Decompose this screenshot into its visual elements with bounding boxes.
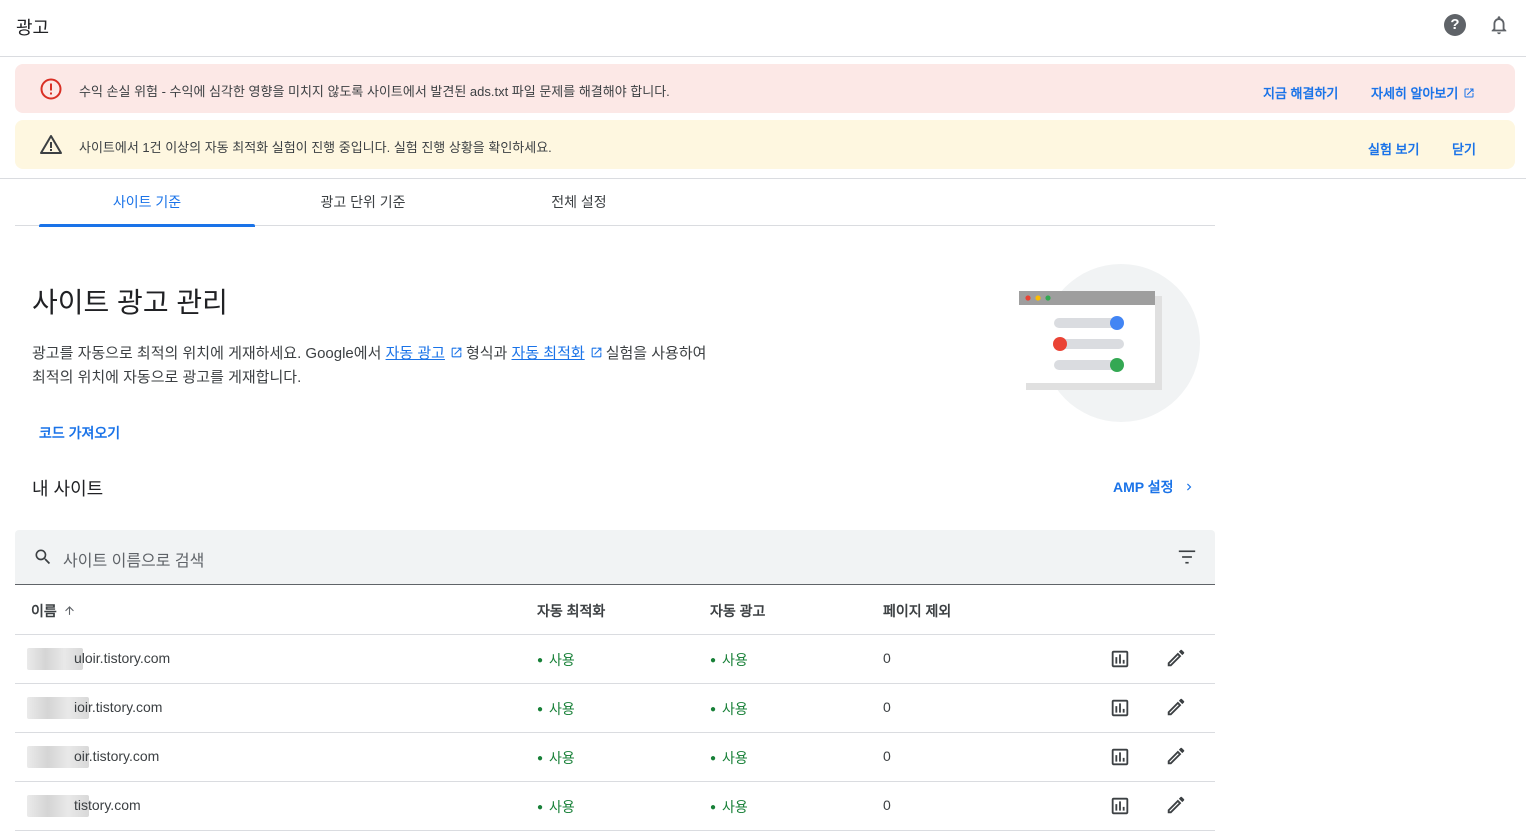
dismiss-button[interactable]: 닫기 [1452, 139, 1476, 158]
tab-global-settings[interactable]: 전체 설정 [471, 178, 687, 226]
auto-ads-status-label: 사용 [722, 750, 748, 766]
excluded-pages-count: 0 [883, 699, 891, 715]
tab-bar: 사이트 기준 광고 단위 기준 전체 설정 [15, 178, 1215, 227]
site-name[interactable]: uloir.tistory.com [74, 650, 170, 666]
tab-by-ad-unit[interactable]: 광고 단위 기준 [255, 178, 471, 226]
table-row[interactable]: uloir.tistory.com ● 사용 ● 사용 0 [15, 635, 1215, 684]
external-link-icon [1464, 88, 1474, 98]
auto-opt-status: ● 사용 [537, 799, 575, 815]
warning-banner: 사이트에서 1건 이상의 자동 최적화 실험이 진행 중입니다. 실험 진행 상… [15, 120, 1515, 169]
auto-ads-status-label: 사용 [722, 652, 748, 668]
error-banner-message: 수익 손실 위험 - 수익에 심각한 영향을 미치지 않도록 사이트에서 발견된… [79, 84, 670, 99]
column-name-header[interactable]: 이름 [31, 601, 76, 621]
table-header: 이름 자동 최적화 자동 광고 페이지 제외 [15, 586, 1215, 635]
auto-opt-status-label: 사용 [549, 652, 575, 668]
app-title: 광고 [16, 18, 50, 38]
external-link-icon [591, 347, 602, 358]
excluded-pages-count: 0 [883, 748, 891, 764]
amp-settings-label: AMP 설정 [1113, 479, 1174, 495]
top-app-bar: 광고 ? [0, 0, 1526, 57]
section-title: 내 사이트 [32, 479, 104, 499]
auto-opt-status-label: 사용 [549, 799, 575, 815]
view-experiments-button[interactable]: 실험 보기 [1368, 139, 1419, 158]
auto-opt-status-label: 사용 [549, 750, 575, 766]
report-icon[interactable] [1109, 746, 1131, 768]
ad-placement-illustration [1019, 264, 1200, 422]
warning-banner-message: 사이트에서 1건 이상의 자동 최적화 실험이 진행 중입니다. 실험 진행 상… [79, 140, 552, 155]
desc-text-3: 실험을 사용하여 [605, 345, 707, 362]
edit-icon[interactable] [1165, 794, 1187, 816]
table-row[interactable]: ioir.tistory.com ● 사용 ● 사용 0 [15, 684, 1215, 733]
help-icon[interactable]: ? [1444, 14, 1466, 36]
desc-text-2: 형식과 [465, 345, 508, 362]
auto-opt-status-label: 사용 [549, 701, 575, 717]
amp-settings-link[interactable]: AMP 설정 [1113, 477, 1196, 497]
filter-icon[interactable] [1177, 548, 1197, 566]
auto-optimize-link[interactable]: 자동 최적화 [512, 345, 585, 362]
fix-now-button[interactable]: 지금 해결하기 [1263, 83, 1338, 102]
site-name[interactable]: ioir.tistory.com [74, 699, 162, 715]
learn-more-link[interactable]: 자세히 알아보기 [1371, 83, 1475, 102]
auto-ads-status: ● 사용 [710, 750, 748, 766]
page-title: 사이트 광고 관리 [32, 287, 228, 318]
column-auto-ads-header: 자동 광고 [710, 603, 766, 619]
edit-icon[interactable] [1165, 647, 1187, 669]
report-icon[interactable] [1109, 697, 1131, 719]
chevron-right-icon [1186, 483, 1191, 491]
column-name-label: 이름 [31, 603, 57, 619]
auto-ads-status-label: 사용 [722, 799, 748, 815]
report-icon[interactable] [1109, 795, 1131, 817]
get-code-button[interactable]: 코드 가져오기 [39, 423, 120, 443]
arrow-up-icon [64, 606, 74, 615]
table-row[interactable]: tistory.com ● 사용 ● 사용 0 [15, 782, 1215, 831]
report-icon[interactable] [1109, 648, 1131, 670]
warning-icon [40, 135, 62, 154]
auto-ads-status: ● 사용 [710, 799, 748, 815]
auto-ads-status: ● 사용 [710, 701, 748, 717]
column-excluded-header: 페이지 제외 [883, 603, 952, 619]
excluded-pages-count: 0 [883, 650, 891, 666]
error-banner: 수익 손실 위험 - 수익에 심각한 영향을 미치지 않도록 사이트에서 발견된… [15, 64, 1515, 113]
auto-opt-status: ● 사용 [537, 750, 575, 766]
auto-opt-status: ● 사용 [537, 701, 575, 717]
auto-ads-status-label: 사용 [722, 701, 748, 717]
search-input[interactable]: 사이트 이름으로 검색 [63, 547, 204, 571]
excluded-pages-count: 0 [883, 797, 891, 813]
error-icon [40, 78, 62, 100]
site-name[interactable]: oir.tistory.com [74, 748, 159, 764]
table-row[interactable]: oir.tistory.com ● 사용 ● 사용 0 [15, 733, 1215, 782]
auto-ads-link[interactable]: 자동 광고 [386, 345, 445, 362]
desc-text-1: 광고를 자동으로 최적의 위치에 게재하세요. Google에서 [32, 345, 382, 362]
external-link-icon [451, 347, 462, 358]
search-bar[interactable]: 사이트 이름으로 검색 [15, 530, 1215, 585]
auto-opt-status: ● 사용 [537, 652, 575, 668]
search-icon [35, 549, 51, 565]
site-name[interactable]: tistory.com [74, 797, 141, 813]
notifications-icon[interactable] [1488, 13, 1510, 37]
edit-icon[interactable] [1165, 745, 1187, 767]
tab-by-site[interactable]: 사이트 기준 [39, 178, 255, 227]
learn-more-label: 자세히 알아보기 [1371, 86, 1459, 101]
edit-icon[interactable] [1165, 696, 1187, 718]
desc-text-4: 최적의 위치에 자동으로 광고를 게재합니다. [32, 369, 302, 386]
page-description: 광고를 자동으로 최적의 위치에 게재하세요. Google에서 자동 광고 형식… [32, 342, 772, 390]
column-auto-opt-header: 자동 최적화 [537, 603, 606, 619]
auto-ads-status: ● 사용 [710, 652, 748, 668]
